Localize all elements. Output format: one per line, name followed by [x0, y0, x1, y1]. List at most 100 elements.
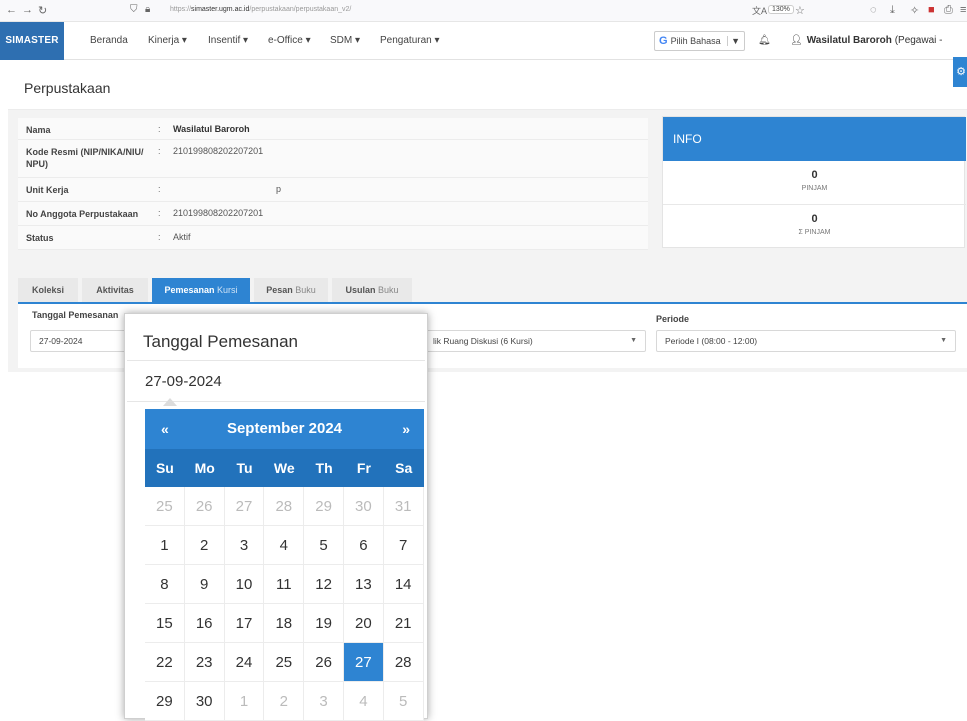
month-label[interactable]: September 2024 [145, 409, 424, 449]
extension-icon[interactable]: ✧ [910, 4, 919, 17]
datepicker-title: Tanggal Pemesanan [143, 332, 299, 351]
day-cell[interactable]: 8 [145, 565, 185, 604]
tab-koleksi[interactable]: Koleksi [18, 278, 78, 302]
day-cell[interactable]: 29 [304, 487, 344, 526]
bell-icon[interactable]: 🔔︎ [758, 22, 771, 60]
day-cell[interactable]: 1 [224, 682, 265, 721]
day-cell[interactable]: 4 [264, 526, 305, 565]
zoom-level[interactable]: 130% [768, 5, 794, 14]
nav-pengaturan[interactable]: Pengaturan ▾ [380, 22, 440, 60]
user-menu[interactable]: 👤︎Wasilatul Baroroh (Pegawai - 104962) [790, 22, 967, 84]
day-cell[interactable]: 27 [224, 487, 265, 526]
day-cell[interactable]: 3 [304, 682, 344, 721]
day-cell[interactable]: 23 [184, 643, 225, 682]
nav-sdm[interactable]: SDM ▾ [330, 22, 360, 60]
calendar-header: « September 2024 » [145, 409, 424, 449]
download-icon[interactable]: ⤓ [890, 4, 895, 17]
back-icon[interactable]: ← [6, 4, 17, 16]
period-label: Periode [656, 314, 690, 324]
weekday-1: Mo [194, 460, 215, 476]
day-cell[interactable]: 19 [304, 604, 344, 643]
period-caret-icon: ▼ [940, 337, 947, 344]
weekday-6: Sa [395, 460, 413, 476]
address-bar[interactable]: https://simaster.ugm.ac.id/perpustakaan/… [170, 6, 351, 13]
day-cell[interactable]: 28 [264, 487, 305, 526]
pocket-icon[interactable]: ◌ [870, 4, 877, 16]
translate-icon[interactable]: 文A [752, 4, 767, 17]
period-select[interactable]: Periode I (08:00 - 12:00) ▼ [656, 330, 956, 352]
day-cell[interactable]: 26 [304, 643, 344, 682]
weekday-3: We [273, 460, 295, 476]
day-cell[interactable]: 14 [383, 565, 424, 604]
day-cell[interactable]: 29 [145, 682, 185, 721]
shield-icon: ⛉ [130, 4, 138, 15]
day-cell[interactable]: 10 [224, 565, 265, 604]
day-cell[interactable]: 11 [264, 565, 305, 604]
day-cell[interactable]: 30 [184, 682, 225, 721]
profile-row-anggota: No Anggota Perpustakaan : 21019980820220… [18, 202, 648, 226]
day-cell[interactable]: 28 [383, 643, 424, 682]
bookmark-star-icon[interactable]: ☆ [795, 4, 805, 17]
day-cell[interactable]: 18 [264, 604, 305, 643]
day-cell[interactable]: 26 [184, 487, 225, 526]
page-title: Perpustakaan [24, 80, 111, 96]
next-month-button[interactable]: » [402, 409, 410, 449]
language-select[interactable]: G Pilih Bahasa ▼ [654, 31, 746, 51]
gear-icon: ⚙ [956, 66, 966, 78]
room-caret-icon: ▼ [630, 337, 637, 344]
profile-row-kode: Kode Resmi (NIP/NIKA/NIU/ NPU) : 2101998… [18, 140, 648, 178]
datepicker-modal: Tanggal Pemesanan 27-09-2024 « September… [124, 313, 428, 721]
day-cell[interactable]: 3 [224, 526, 265, 565]
nav-eoffice[interactable]: e-Office ▾ [268, 22, 311, 60]
share-icon[interactable]: ⎙ [944, 4, 953, 17]
settings-gear-button[interactable]: ⚙ [953, 57, 967, 87]
day-cell[interactable]: 24 [224, 643, 265, 682]
nav-kinerja[interactable]: Kinerja ▾ [148, 22, 187, 60]
day-cell[interactable]: 12 [304, 565, 344, 604]
main-navbar: SIMASTER Beranda Kinerja ▾ Insentif ▾ e-… [0, 22, 967, 84]
day-cell[interactable]: 5 [383, 682, 424, 721]
profile-row-unit: Unit Kerja : p [18, 178, 648, 202]
day-cell[interactable]: 30 [344, 487, 384, 526]
datepicker-input[interactable]: 27-09-2024 [127, 360, 425, 402]
reload-icon[interactable]: ↻ [38, 4, 47, 17]
tab-pesan-buku[interactable]: Pesan Buku [254, 278, 328, 302]
date-label: Tanggal Pemesanan [32, 310, 119, 320]
day-cell[interactable]: 15 [145, 604, 185, 643]
day-cell[interactable]: 6 [344, 526, 384, 565]
nav-insentif[interactable]: Insentif ▾ [208, 22, 248, 60]
day-cell[interactable]: 5 [304, 526, 344, 565]
day-cell[interactable]: 22 [145, 643, 185, 682]
day-cell[interactable]: 2 [184, 526, 225, 565]
day-cell-selected[interactable]: 27 [344, 643, 384, 682]
menu-icon[interactable]: ≡ [960, 4, 966, 16]
info-total-pinjam: 0 Σ PINJAM [798, 213, 831, 236]
tab-usulan-buku[interactable]: Usulan Buku [332, 278, 412, 302]
addon-icon[interactable]: ■ [928, 4, 935, 16]
day-cell[interactable]: 2 [264, 682, 305, 721]
tab-pemesanan-kursi[interactable]: Pemesanan Kursi [152, 278, 250, 302]
date-input[interactable]: 27-09-2024 [30, 330, 126, 352]
day-cell[interactable]: 4 [344, 682, 384, 721]
day-cell[interactable]: 17 [224, 604, 265, 643]
day-cell[interactable]: 1 [145, 526, 185, 565]
brand-logo[interactable]: SIMASTER [0, 22, 64, 60]
day-cell[interactable]: 25 [264, 643, 305, 682]
page-header [8, 66, 967, 110]
tab-aktivitas[interactable]: Aktivitas [82, 278, 148, 302]
room-select[interactable]: lik Ruang Diskusi (6 Kursi) ▼ [424, 330, 646, 352]
forward-icon[interactable]: → [22, 4, 33, 16]
profile-row-nama: Nama : Wasilatul Baroroh [18, 118, 648, 140]
day-cell[interactable]: 7 [383, 526, 424, 565]
lock-icon: 🔒︎ [145, 4, 151, 15]
nav-beranda[interactable]: Beranda [90, 22, 128, 60]
day-cell[interactable]: 9 [184, 565, 225, 604]
day-cell[interactable]: 20 [344, 604, 384, 643]
day-cell[interactable]: 16 [184, 604, 225, 643]
day-cell[interactable]: 25 [145, 487, 185, 526]
day-cell[interactable]: 21 [383, 604, 424, 643]
day-cell[interactable]: 31 [383, 487, 424, 526]
info-title: INFO [663, 117, 966, 161]
weekday-2: Tu [236, 460, 253, 476]
day-cell[interactable]: 13 [344, 565, 384, 604]
